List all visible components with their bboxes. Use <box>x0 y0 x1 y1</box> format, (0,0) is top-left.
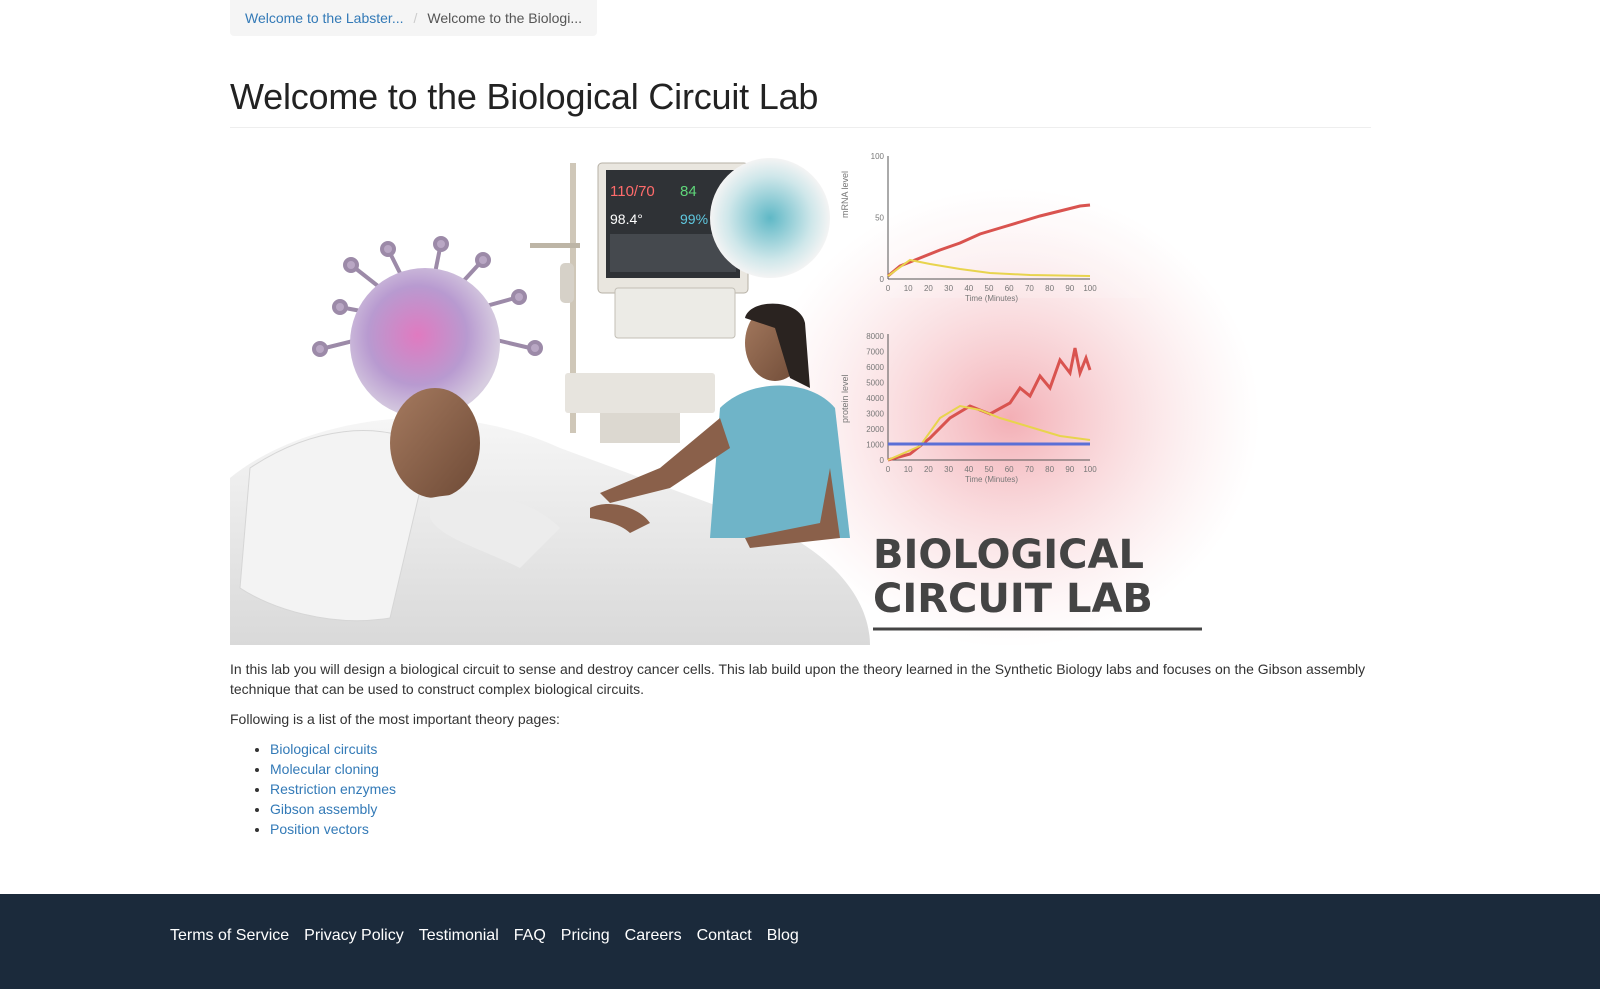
list-item: Gibson assembly <box>270 799 1371 819</box>
footer-link-testimonial[interactable]: Testimonial <box>419 927 499 945</box>
footer-link-pricing[interactable]: Pricing <box>561 927 610 945</box>
breadcrumb-item-labster[interactable]: Welcome to the Labster... <box>245 10 404 26</box>
cell-illustration <box>710 158 830 278</box>
list-item: Molecular cloning <box>270 759 1371 779</box>
protein-y-tick-label: 5000 <box>866 379 884 388</box>
mrna-x-tick-label: 10 <box>904 284 913 293</box>
link-restriction-enzymes[interactable]: Restriction enzymes <box>270 781 396 797</box>
monitor-spo2: 99% <box>680 211 708 227</box>
mrna-y-tick-label: 100 <box>871 152 885 161</box>
lab-banner-image: 110/70 84 98.4° 99% 100 50 0 0 10 20 30 … <box>230 148 1371 645</box>
protein-x-tick-label: 90 <box>1065 465 1074 474</box>
link-gibson-assembly[interactable]: Gibson assembly <box>270 801 377 817</box>
list-item: Restriction enzymes <box>270 779 1371 799</box>
footer-link-careers[interactable]: Careers <box>625 927 682 945</box>
list-intro-paragraph: Following is a list of the most importan… <box>230 711 560 727</box>
mrna-ylabel: mRNA level <box>840 171 850 218</box>
mrna-x-tick-label: 70 <box>1025 284 1034 293</box>
protein-x-tick-label: 30 <box>944 465 953 474</box>
footer-link-terms[interactable]: Terms of Service <box>170 927 289 945</box>
footer-nav: Terms of Service Privacy Policy Testimon… <box>170 927 799 945</box>
breadcrumb-item-current: Welcome to the Biologi... <box>427 10 582 26</box>
mrna-y-tick-label: 0 <box>880 275 885 284</box>
mrna-x-tick-label: 60 <box>1005 284 1014 293</box>
mrna-x-tick-label: 20 <box>924 284 933 293</box>
mrna-xlabel: Time (Minutes) <box>965 294 1018 303</box>
mrna-y-tick-label: 50 <box>875 214 884 223</box>
protein-y-tick-label: 2000 <box>866 425 884 434</box>
link-molecular-cloning[interactable]: Molecular cloning <box>270 761 379 777</box>
protein-y-tick-label: 3000 <box>866 410 884 419</box>
protein-x-tick-label: 10 <box>904 465 913 474</box>
breadcrumb: Welcome to the Labster... / Welcome to t… <box>230 0 597 36</box>
protein-x-tick-label: 50 <box>985 465 994 474</box>
protein-y-tick-label: 8000 <box>866 332 884 341</box>
protein-y-tick-label: 7000 <box>866 348 884 357</box>
protein-x-tick-label: 100 <box>1083 465 1097 474</box>
protein-x-tick-label: 70 <box>1025 465 1034 474</box>
footer-link-contact[interactable]: Contact <box>697 927 752 945</box>
mrna-x-tick-label: 80 <box>1045 284 1054 293</box>
protein-y-tick-label: 6000 <box>866 363 884 372</box>
monitor-bp: 110/70 <box>610 183 655 200</box>
list-item: Biological circuits <box>270 739 1371 759</box>
breadcrumb-separator: / <box>413 10 418 26</box>
protein-x-tick-label: 80 <box>1045 465 1054 474</box>
link-biological-circuits[interactable]: Biological circuits <box>270 741 377 757</box>
protein-y-tick-label: 4000 <box>866 394 884 403</box>
page-title: Welcome to the Biological Circuit Lab <box>230 76 1371 128</box>
banner-title-line2: CIRCUIT LAB <box>873 576 1153 622</box>
footer-link-blog[interactable]: Blog <box>767 927 799 945</box>
mrna-x-tick-label: 40 <box>964 284 973 293</box>
protein-xlabel: Time (Minutes) <box>965 475 1018 484</box>
protein-y-tick-label: 0 <box>880 456 885 465</box>
mrna-x-tick-label: 30 <box>944 284 953 293</box>
protein-x-tick-label: 0 <box>886 465 891 474</box>
intro-paragraph: In this lab you will design a biological… <box>230 661 1366 697</box>
mrna-x-tick-label: 90 <box>1065 284 1074 293</box>
monitor-pulse: 84 <box>680 183 697 200</box>
protein-x-tick-label: 40 <box>964 465 973 474</box>
link-position-vectors[interactable]: Position vectors <box>270 821 369 837</box>
mrna-x-tick-label: 50 <box>985 284 994 293</box>
footer-link-faq[interactable]: FAQ <box>514 927 546 945</box>
main-container: Welcome to the Labster... / Welcome to t… <box>230 0 1371 839</box>
protein-x-tick-label: 60 <box>1005 465 1014 474</box>
mrna-x-tick-label: 0 <box>886 284 891 293</box>
mrna-x-tick-label: 100 <box>1083 284 1097 293</box>
banner-title-line1: BIOLOGICAL <box>873 532 1144 578</box>
monitor-temp: 98.4° <box>610 211 643 227</box>
list-item: Position vectors <box>270 819 1371 839</box>
footer-link-privacy[interactable]: Privacy Policy <box>304 927 404 945</box>
protein-y-tick-label: 1000 <box>866 441 884 450</box>
site-footer: Terms of Service Privacy Policy Testimon… <box>0 894 1600 989</box>
theory-page-list: Biological circuits Molecular cloning Re… <box>230 739 1371 839</box>
protein-x-tick-label: 20 <box>924 465 933 474</box>
protein-ylabel: protein level <box>840 374 850 423</box>
